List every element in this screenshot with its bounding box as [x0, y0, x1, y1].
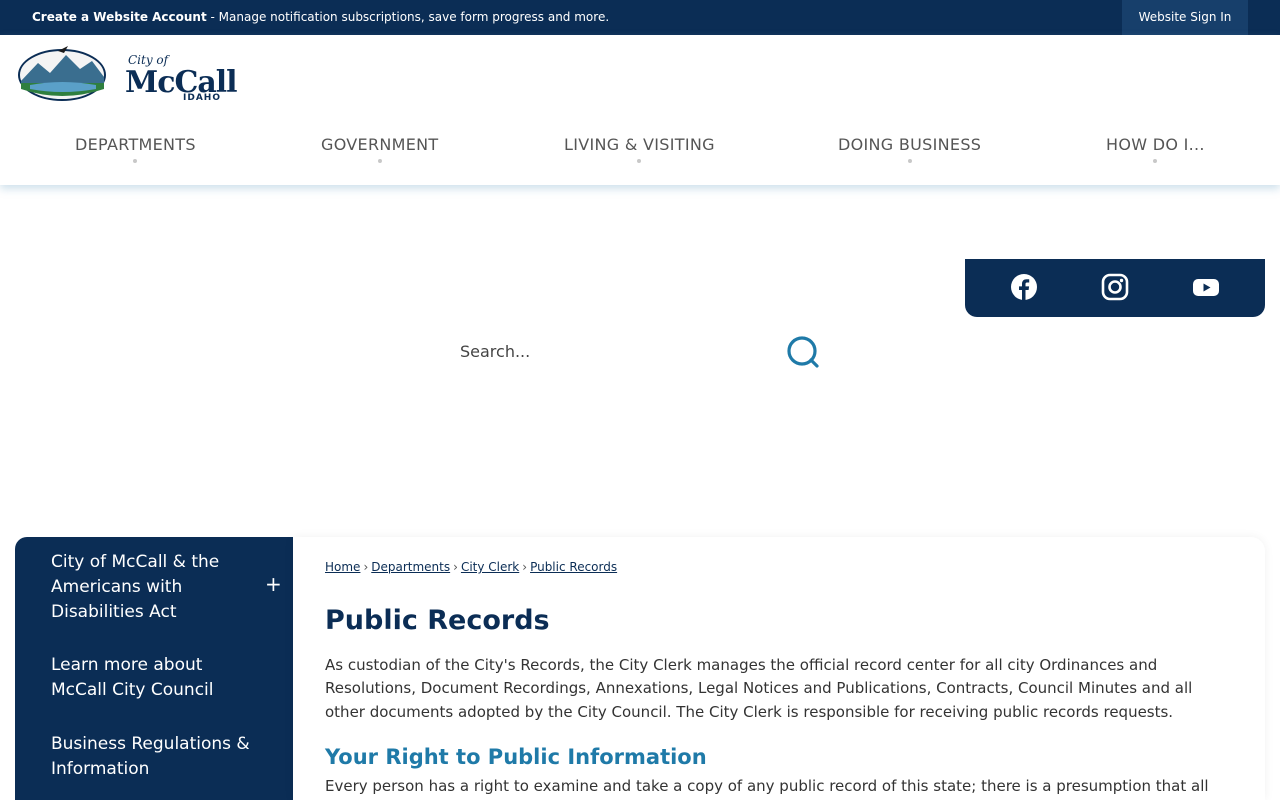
- nav-doing-business[interactable]: DOING BUSINESS: [838, 135, 982, 163]
- breadcrumb-home[interactable]: Home: [325, 560, 360, 574]
- nav-indicator-dot: [1153, 159, 1158, 163]
- nav-doing-business-label: DOING BUSINESS: [838, 135, 982, 154]
- nav-indicator-dot: [907, 159, 912, 163]
- nav-indicator-dot: [133, 159, 138, 163]
- nav-government-label: GOVERNMENT: [321, 135, 439, 154]
- breadcrumb-separator: ›: [363, 560, 369, 574]
- logo-state: IDAHO: [183, 93, 221, 103]
- create-account-link[interactable]: Create a Website Account: [32, 10, 207, 24]
- social-links: [965, 259, 1265, 317]
- city-logo[interactable]: City of McCall IDAHO: [18, 43, 238, 103]
- page-title: Public Records: [325, 605, 550, 636]
- nav-indicator-dot: [637, 159, 642, 163]
- create-account-description: - Manage notification subscriptions, sav…: [206, 10, 610, 24]
- nav-how-do-i[interactable]: HOW DO I...: [1106, 135, 1205, 163]
- nav-departments-label: DEPARTMENTS: [75, 135, 196, 154]
- youtube-icon[interactable]: [1192, 273, 1220, 301]
- facebook-icon[interactable]: [1010, 273, 1038, 301]
- breadcrumb-public-records[interactable]: Public Records: [530, 560, 617, 574]
- main-content: Home › Departments › City Clerk › Public Recor…: [293, 537, 1265, 800]
- main-navigation: DEPARTMENTS GOVERNMENT LIVING & VISITING…: [0, 135, 1280, 165]
- website-sign-in-button[interactable]: Website Sign In: [1122, 0, 1248, 35]
- nav-living-visiting[interactable]: LIVING & VISITING: [564, 135, 715, 163]
- breadcrumb-departments[interactable]: Departments: [371, 560, 450, 574]
- create-account-promo[interactable]: Create a Website Account - Manage notifi…: [32, 10, 609, 24]
- section-heading: Your Right to Public Information: [325, 745, 707, 769]
- intro-paragraph: As custodian of the City's Records, the …: [325, 656, 1193, 721]
- body-paragraph: Every person has a right to examine and …: [325, 777, 1209, 795]
- site-header: City of McCall IDAHO DEPARTMENTS GOVERNM…: [0, 35, 1280, 185]
- logo-emblem-icon: [18, 46, 106, 101]
- search-icon[interactable]: [786, 335, 820, 369]
- breadcrumb-separator: ›: [453, 560, 458, 574]
- nav-departments[interactable]: DEPARTMENTS: [75, 135, 196, 163]
- breadcrumb-separator: ›: [522, 560, 528, 574]
- instagram-icon[interactable]: [1101, 273, 1129, 301]
- nav-indicator-dot: [377, 159, 382, 163]
- nav-how-do-i-label: HOW DO I...: [1106, 135, 1205, 154]
- search-input[interactable]: Search...: [460, 342, 530, 361]
- sidebar-item-city-council[interactable]: Learn more about McCall City Council: [51, 653, 251, 703]
- top-bar: Create a Website Account - Manage notifi…: [0, 0, 1280, 35]
- sidebar-item-ada[interactable]: City of McCall & the Americans with Disa…: [51, 550, 251, 625]
- sidebar-item-business-regulations[interactable]: Business Regulations & Information: [51, 732, 251, 782]
- sidebar-expand-icon[interactable]: +: [265, 574, 282, 594]
- breadcrumb: Home › Departments › City Clerk › Public Recor…: [325, 560, 617, 574]
- nav-government[interactable]: GOVERNMENT: [321, 135, 439, 163]
- nav-living-visiting-label: LIVING & VISITING: [564, 135, 715, 154]
- breadcrumb-city-clerk[interactable]: City Clerk: [461, 560, 519, 574]
- sidebar-navigation: City of McCall & the Americans with Disa…: [15, 537, 293, 800]
